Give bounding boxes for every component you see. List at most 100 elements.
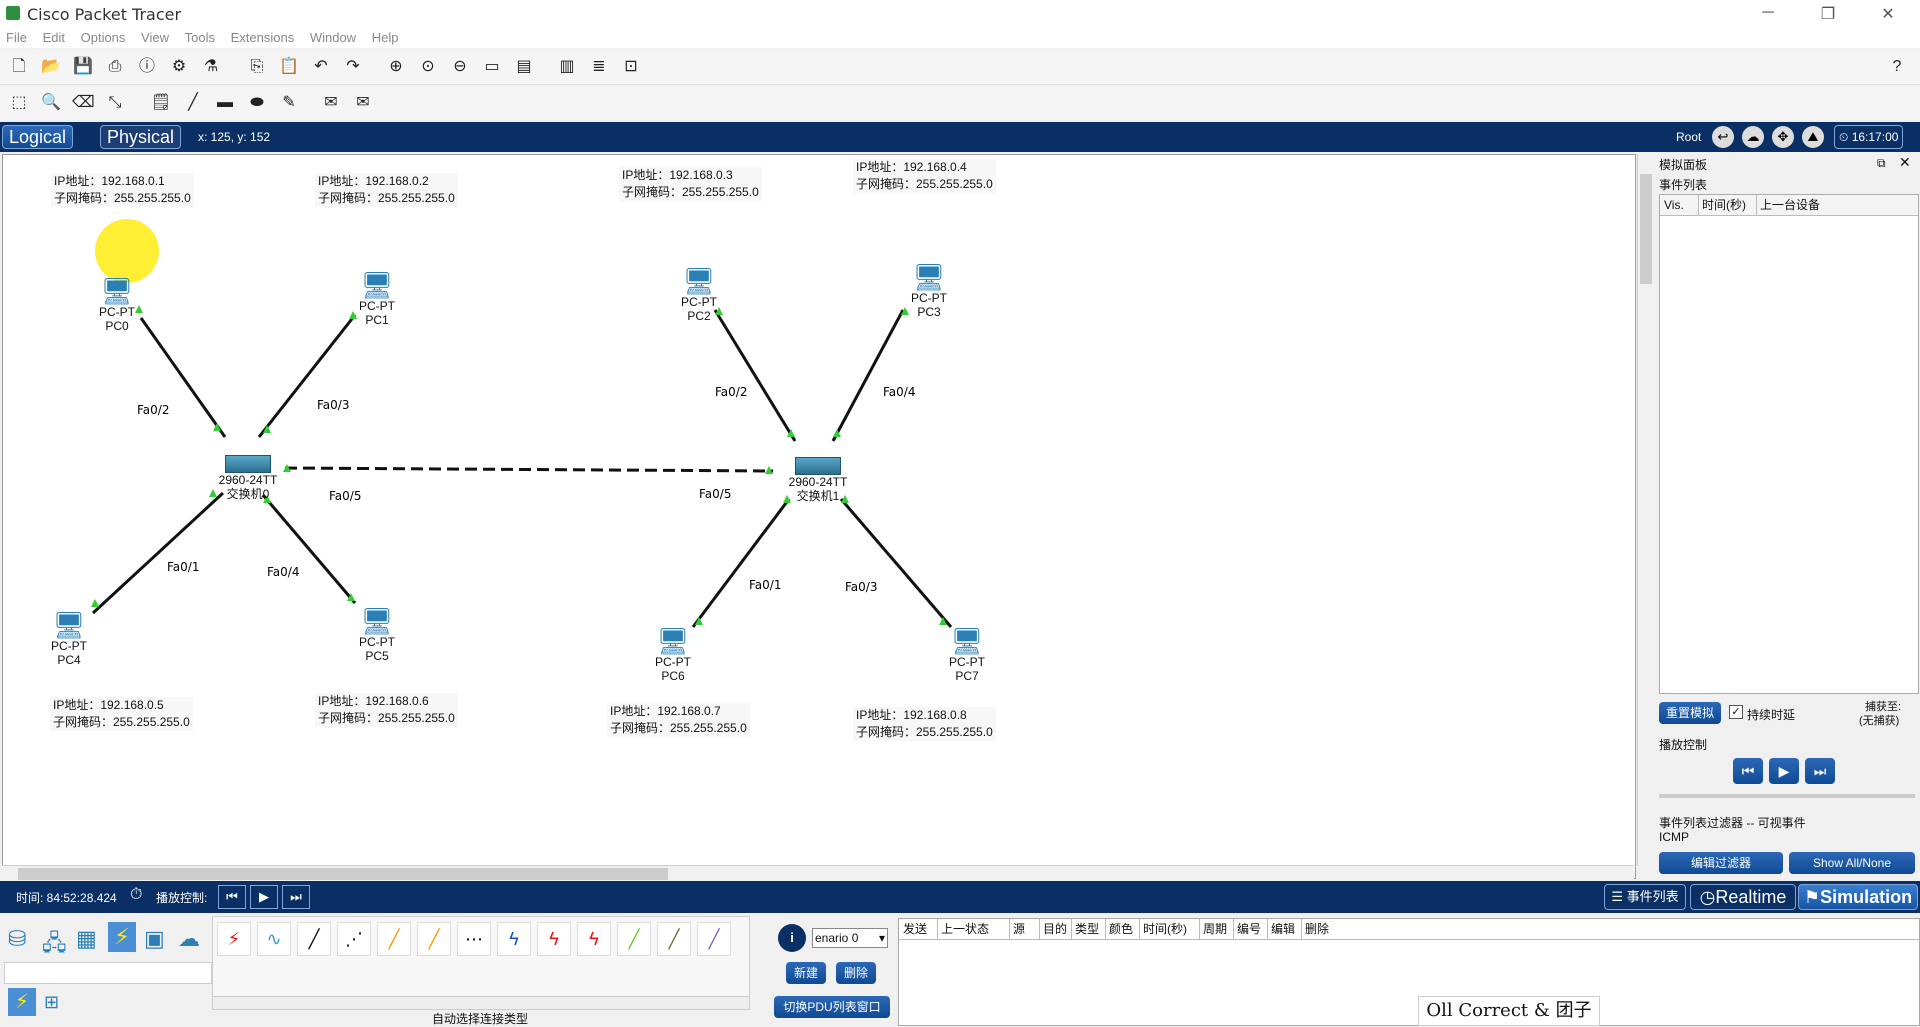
delete-icon[interactable]: ⌫ (72, 92, 95, 114)
resize-icon[interactable]: ⤡ (104, 92, 126, 114)
panel-close-icon[interactable]: ✕ (1899, 154, 1911, 171)
iot-icon[interactable]: ╱ (617, 922, 651, 956)
help-icon[interactable]: ? (1886, 56, 1908, 78)
link-pc1-sw0[interactable] (257, 314, 357, 438)
device-search-field[interactable] (4, 962, 212, 984)
back-icon[interactable]: ↩ (1712, 126, 1734, 148)
device-pc2[interactable]: 🖥 PC-PT PC2 (669, 267, 729, 323)
note-icon[interactable]: 🗒 (150, 92, 172, 114)
device-pc0[interactable]: 🖥 PC-PT PC0 (87, 277, 147, 333)
link-pc3-sw1[interactable] (831, 309, 905, 442)
end-devices-icon[interactable]: 🖧 (42, 926, 67, 964)
console-cable-icon[interactable]: ∿ (257, 922, 291, 956)
close-icon[interactable]: ✕ (1870, 4, 1906, 24)
menu-edit[interactable]: Edit (43, 30, 65, 45)
menu-extensions[interactable]: Extensions (231, 30, 295, 45)
straight-through-icon[interactable]: ╱ (297, 922, 331, 956)
step-back-icon[interactable]: ⏮ (1733, 758, 1763, 784)
reset-simulation-button[interactable]: 重置模拟 (1659, 702, 1721, 724)
device-pc5[interactable]: 🖥 PC-PT PC5 (347, 607, 407, 663)
timer-icon[interactable]: ⏱ (130, 886, 142, 904)
device-pc4[interactable]: 🖥 PC-PT PC4 (39, 611, 99, 667)
device-pc3[interactable]: 🖥 PC-PT PC3 (899, 263, 959, 319)
col-edit[interactable]: 编辑 (1267, 919, 1302, 939)
zoom-reset-icon[interactable]: ⊙ (417, 56, 439, 78)
device-dialog-icon[interactable]: ▥ (556, 56, 578, 78)
link-pc4-sw0[interactable] (91, 491, 225, 615)
delete-scenario-button[interactable]: 删除 (836, 962, 876, 984)
speed-slider[interactable] (1659, 794, 1915, 798)
auto-connection-icon[interactable]: ⚡ (217, 922, 251, 956)
usb-icon[interactable]: ╱ (657, 922, 691, 956)
scenario-select[interactable]: enario 0 ▾ (812, 928, 888, 948)
environment-icon[interactable]: ⛰ (1802, 126, 1824, 148)
zoom-out-icon[interactable]: ⊖ (449, 56, 471, 78)
event-list-toggle[interactable]: ☰ 事件列表 (1604, 884, 1686, 910)
col-destination[interactable]: 目的 (1039, 919, 1072, 939)
misc-icon[interactable]: ▣ (144, 926, 165, 952)
save-icon[interactable]: 💾 (72, 56, 94, 78)
edit-filter-button[interactable]: 编辑过滤器 (1659, 852, 1783, 874)
coaxial-icon[interactable]: ⋯ (457, 922, 491, 956)
minimize-icon[interactable]: ─ (1750, 4, 1786, 24)
menu-window[interactable]: Window (310, 30, 356, 45)
complex-pdu-icon[interactable]: ✉ (352, 92, 374, 114)
menu-file[interactable]: File (6, 30, 27, 45)
physical-tab[interactable]: Physical (100, 125, 182, 149)
wireless-icon[interactable]: ╱ (697, 922, 731, 956)
cluster-icon[interactable]: ≣ (588, 56, 610, 78)
paste-icon[interactable]: 📋 (278, 56, 300, 78)
step-forward-icon[interactable]: ⏭ (1805, 758, 1835, 784)
realtime-mode-button[interactable]: ◷Realtime (1690, 884, 1796, 910)
network-wizard-icon[interactable]: ⚙ (168, 56, 190, 78)
print-icon[interactable]: ⎙ (104, 56, 126, 78)
menu-help[interactable]: Help (372, 30, 399, 45)
phone-icon[interactable]: ╱ (417, 922, 451, 956)
connections-scrollbar[interactable] (212, 996, 750, 1010)
viewport-icon[interactable]: ✥ (1772, 126, 1794, 148)
device-switch1[interactable]: 2960-24TT 交换机1 (783, 457, 853, 503)
open-folder-icon[interactable]: 📂 (40, 56, 62, 78)
event-list-table[interactable]: Vis. 时间(秒) 上一台设备 (1659, 194, 1919, 694)
multiuser-icon[interactable]: ☁ (178, 926, 200, 952)
link-pc6-sw1[interactable] (691, 498, 791, 628)
zoom-in-icon[interactable]: ⊕ (385, 56, 407, 78)
crossover-icon[interactable]: ⋰ (337, 922, 371, 956)
rectangle-icon[interactable]: ▬ (214, 92, 236, 114)
components-icon[interactable]: ▦ (76, 926, 97, 952)
device-pc7[interactable]: 🖥 PC-PT PC7 (937, 627, 997, 683)
col-type[interactable]: 类型 (1071, 919, 1106, 939)
drawing-palette-icon[interactable]: ▭ (481, 56, 503, 78)
new-scenario-button[interactable]: 新建 (786, 962, 826, 984)
fiber-icon[interactable]: ╱ (377, 922, 411, 956)
device-pc1[interactable]: 🖥 PC-PT PC1 (347, 271, 407, 327)
workspace-horizontal-scrollbar[interactable] (2, 865, 1634, 882)
menu-view[interactable]: View (141, 30, 169, 45)
connections-icon[interactable]: ⚡ (108, 922, 136, 952)
play-icon[interactable]: ▶ (250, 885, 278, 909)
simulation-mode-button[interactable]: ⚑Simulation (1798, 884, 1918, 910)
info-icon[interactable]: ⓘ (136, 56, 158, 78)
constant-delay-checkbox[interactable]: ✓ (1729, 705, 1743, 719)
play-icon[interactable]: ▶ (1769, 758, 1799, 784)
activity-wizard-icon[interactable]: ⚗ (200, 56, 222, 78)
restore-icon[interactable]: ❐ (1810, 4, 1846, 24)
col-last-device[interactable]: 上一台设备 (1756, 195, 1910, 215)
pdu-list-table[interactable]: 发送 上一状态 源 目的 类型 颜色 时间(秒) 周期 编号 编辑 删除 (898, 918, 1920, 1026)
link-pc5-sw0[interactable] (261, 494, 357, 604)
link-pc7-sw1[interactable] (839, 498, 953, 628)
col-vis[interactable]: Vis. (1660, 195, 1699, 215)
menu-options[interactable]: Options (81, 30, 126, 45)
step-forward-icon[interactable]: ⏭ (282, 885, 310, 909)
scroll-thumb[interactable] (18, 868, 668, 880)
step-back-icon[interactable]: ⏮ (218, 885, 246, 909)
link-pc0-sw0[interactable] (139, 317, 227, 438)
link-sw0-sw1[interactable] (284, 466, 774, 473)
undo-icon[interactable]: ↶ (310, 56, 332, 78)
col-last-status[interactable]: 上一状态 (937, 919, 1010, 939)
toggle-pdu-list-button[interactable]: 切换PDU列表窗口 (774, 996, 890, 1018)
grid-icon[interactable]: ⊞ (44, 992, 59, 1013)
connection-subtype-icon[interactable]: ⚡ (8, 988, 36, 1016)
device-switch0[interactable]: 2960-24TT 交换机0 (213, 455, 283, 501)
logical-tab[interactable]: Logical (2, 125, 74, 149)
